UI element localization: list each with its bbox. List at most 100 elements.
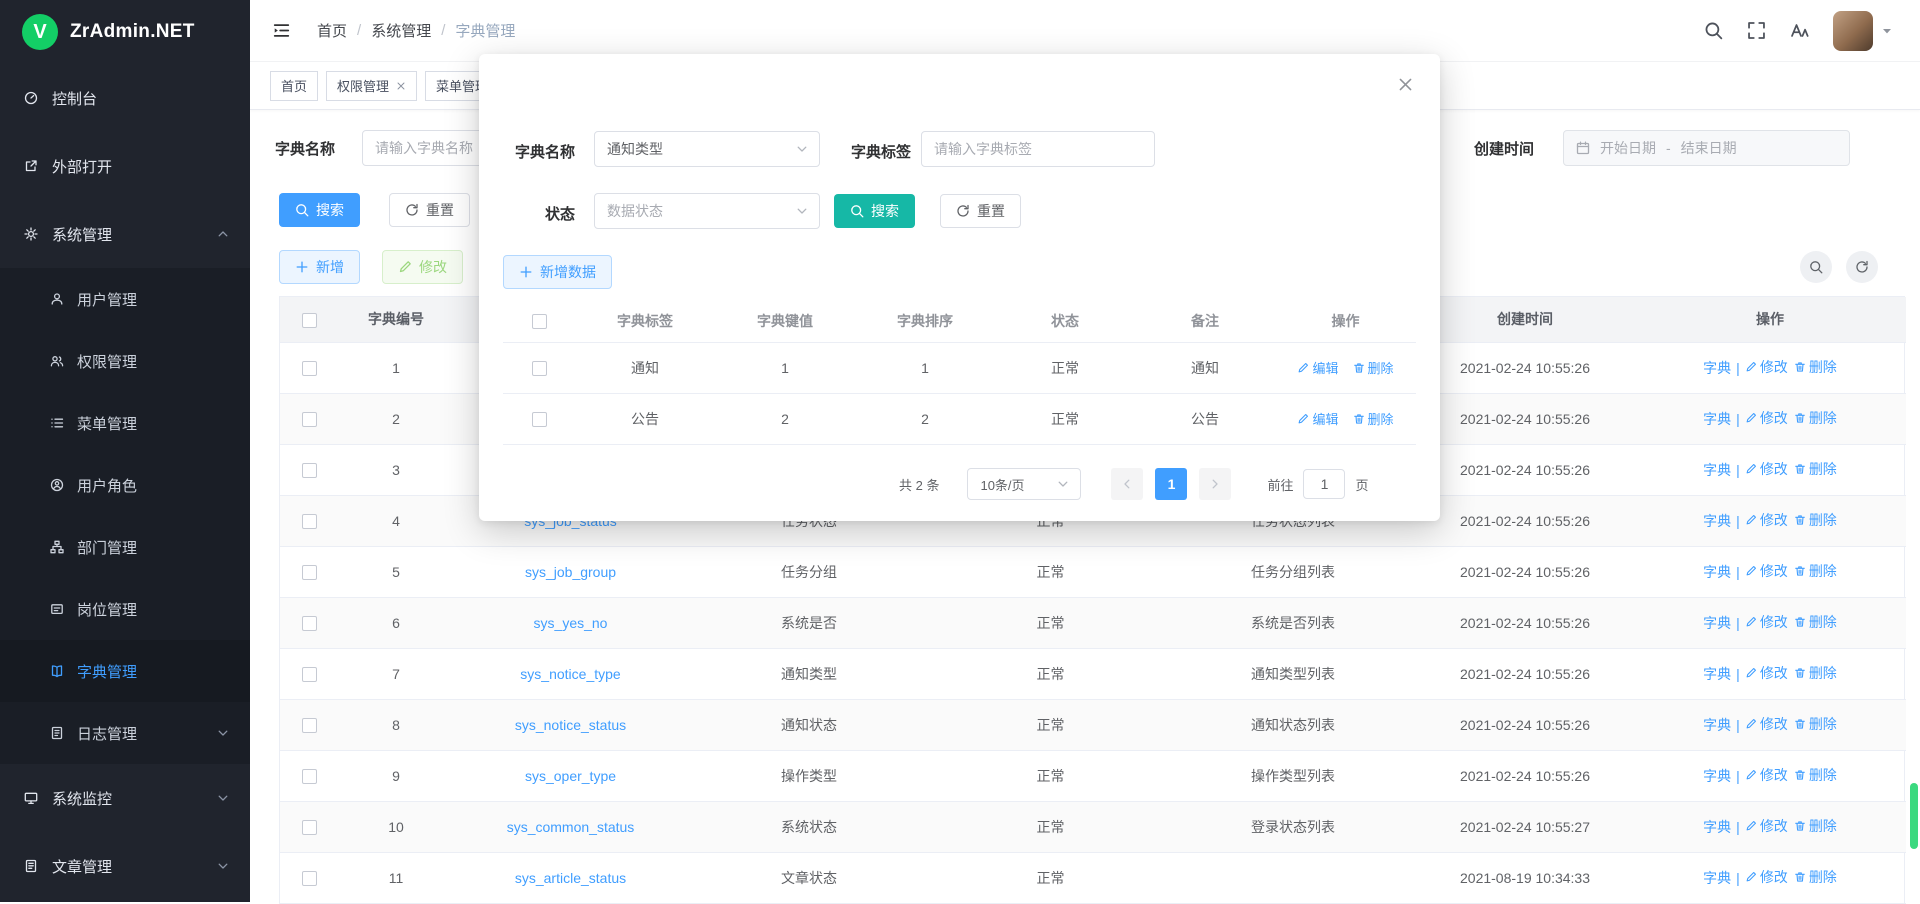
select-all-checkbox[interactable] (302, 313, 317, 328)
delete-row-link[interactable]: 删除 (1794, 765, 1837, 785)
dict-data-link[interactable]: 字典 (1703, 664, 1731, 684)
edit-row-link[interactable]: 修改 (1745, 867, 1788, 887)
breadcrumb-parent[interactable]: 系统管理 (371, 20, 431, 41)
scrollbar-thumb[interactable] (1910, 783, 1918, 849)
row-checkbox[interactable] (302, 412, 317, 427)
dict-data-link[interactable]: 字典 (1703, 460, 1731, 480)
date-start-placeholder[interactable]: 开始日期 (1600, 138, 1656, 158)
dict-data-link[interactable]: 字典 (1703, 766, 1731, 786)
edit-row-link[interactable]: 修改 (1745, 714, 1788, 734)
sidebar-item-external-open[interactable]: 外部打开 (0, 132, 250, 200)
search-button[interactable]: 搜索 (279, 193, 360, 227)
toggle-search-button[interactable] (1800, 251, 1832, 283)
prev-page-button[interactable] (1111, 468, 1143, 500)
edit-row-link[interactable]: 修改 (1745, 663, 1788, 683)
refresh-table-button[interactable] (1846, 251, 1878, 283)
sidebar-item-log-management[interactable]: 日志管理 (0, 702, 250, 764)
delete-row-link[interactable]: 删除 (1353, 358, 1394, 377)
edit-row-link[interactable]: 修改 (1745, 561, 1788, 581)
header-search-button[interactable] (1704, 21, 1723, 40)
sidebar-item-system-monitor[interactable]: 系统监控 (0, 764, 250, 832)
fullscreen-button[interactable] (1747, 21, 1766, 40)
sidebar-item-dict-management[interactable]: 字典管理 (0, 640, 250, 702)
sidebar-item-permission-management[interactable]: 权限管理 (0, 330, 250, 392)
goto-page-input[interactable] (1303, 469, 1345, 499)
sidebar-item-user-management[interactable]: 用户管理 (0, 268, 250, 330)
edit-row-link[interactable]: 修改 (1745, 459, 1788, 479)
edit-row-link[interactable]: 修改 (1745, 816, 1788, 836)
sidebar-item-post-management[interactable]: 岗位管理 (0, 578, 250, 640)
edit-row-link[interactable]: 编辑 (1297, 358, 1338, 377)
row-checkbox[interactable] (302, 718, 317, 733)
edit-row-link[interactable]: 修改 (1745, 510, 1788, 530)
next-page-button[interactable] (1199, 468, 1231, 500)
sidebar-item-system-management[interactable]: 系统管理 (0, 200, 250, 268)
date-range-picker[interactable]: 开始日期 - 结束日期 (1563, 130, 1850, 166)
date-end-placeholder[interactable]: 结束日期 (1681, 138, 1737, 158)
dict-type-link[interactable]: sys_yes_no (534, 615, 608, 631)
sidebar-item-dashboard[interactable]: 控制台 (0, 64, 250, 132)
row-checkbox[interactable] (302, 361, 317, 376)
row-checkbox[interactable] (302, 565, 317, 580)
delete-row-link[interactable]: 删除 (1794, 816, 1837, 836)
dict-name-select[interactable]: 通知类型 (594, 131, 820, 167)
row-checkbox[interactable] (532, 412, 547, 427)
edit-row-link[interactable]: 修改 (1745, 612, 1788, 632)
sidebar-item-department-management[interactable]: 部门管理 (0, 516, 250, 578)
row-checkbox[interactable] (302, 463, 317, 478)
avatar[interactable] (1833, 11, 1873, 51)
row-checkbox[interactable] (302, 667, 317, 682)
sidebar-item-user-role[interactable]: 用户角色 (0, 454, 250, 516)
edit-row-link[interactable]: 修改 (1745, 408, 1788, 428)
sidebar-item-article-management[interactable]: 文章管理 (0, 832, 250, 900)
dict-data-link[interactable]: 字典 (1703, 715, 1731, 735)
delete-row-link[interactable]: 删除 (1794, 357, 1837, 377)
font-size-button[interactable] (1790, 21, 1809, 40)
dict-type-link[interactable]: sys_job_group (525, 564, 616, 580)
close-icon[interactable] (396, 81, 406, 91)
dict-label-input[interactable] (921, 131, 1155, 167)
edit-row-link[interactable]: 修改 (1745, 765, 1788, 785)
delete-row-link[interactable]: 删除 (1794, 459, 1837, 479)
delete-row-link[interactable]: 删除 (1794, 408, 1837, 428)
sidebar-item-menu-management[interactable]: 菜单管理 (0, 392, 250, 454)
status-select[interactable]: 数据状态 (594, 193, 820, 229)
delete-row-link[interactable]: 删除 (1353, 409, 1394, 428)
user-menu[interactable] (1833, 11, 1894, 51)
delete-row-link[interactable]: 删除 (1794, 561, 1837, 581)
edit-row-link[interactable]: 修改 (1745, 357, 1788, 377)
tab-permission-management[interactable]: 权限管理 (326, 71, 417, 101)
dict-data-link[interactable]: 字典 (1703, 358, 1731, 378)
dict-type-link[interactable]: sys_common_status (507, 819, 635, 835)
current-page-button[interactable]: 1 (1155, 468, 1187, 500)
dict-type-link[interactable]: sys_article_status (515, 870, 626, 886)
row-checkbox[interactable] (302, 769, 317, 784)
dict-data-link[interactable]: 字典 (1703, 511, 1731, 531)
row-checkbox[interactable] (302, 616, 317, 631)
dialog-search-button[interactable]: 搜索 (834, 194, 915, 228)
dict-data-link[interactable]: 字典 (1703, 613, 1731, 633)
dict-type-link[interactable]: sys_notice_status (515, 717, 626, 733)
edit-row-link[interactable]: 编辑 (1297, 409, 1338, 428)
delete-row-link[interactable]: 删除 (1794, 663, 1837, 683)
delete-row-link[interactable]: 删除 (1794, 714, 1837, 734)
add-button[interactable]: 新增 (279, 250, 360, 284)
dict-data-link[interactable]: 字典 (1703, 409, 1731, 429)
row-checkbox[interactable] (532, 361, 547, 376)
tab-home[interactable]: 首页 (270, 71, 318, 101)
sidebar-toggle-button[interactable] (272, 21, 291, 40)
delete-row-link[interactable]: 删除 (1794, 867, 1837, 887)
add-data-button[interactable]: 新增数据 (503, 255, 612, 289)
dict-data-link[interactable]: 字典 (1703, 562, 1731, 582)
delete-row-link[interactable]: 删除 (1794, 612, 1837, 632)
dict-data-link[interactable]: 字典 (1703, 817, 1731, 837)
dict-type-link[interactable]: sys_notice_type (520, 666, 620, 682)
dialog-close-button[interactable] (1397, 76, 1414, 93)
dict-type-link[interactable]: sys_oper_type (525, 768, 616, 784)
row-checkbox[interactable] (302, 871, 317, 886)
edit-button[interactable]: 修改 (382, 250, 463, 284)
dict-data-link[interactable]: 字典 (1703, 868, 1731, 888)
delete-row-link[interactable]: 删除 (1794, 510, 1837, 530)
page-size-select[interactable]: 10条/页 (967, 468, 1081, 500)
dialog-reset-button[interactable]: 重置 (940, 194, 1021, 228)
